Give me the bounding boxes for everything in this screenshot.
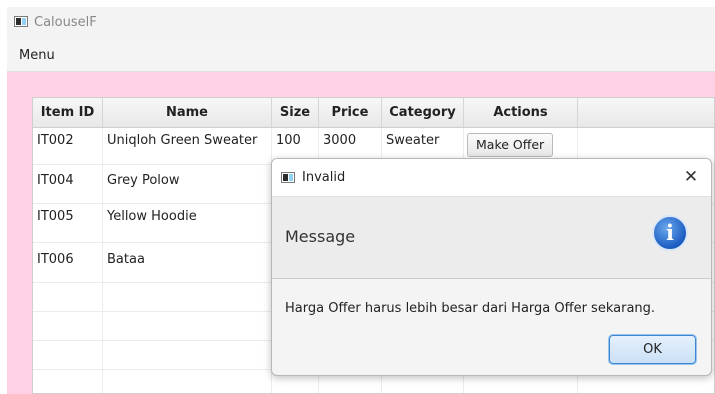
info-icon: i [652, 215, 688, 251]
column-header-size[interactable]: Size [272, 98, 319, 127]
cell-name: Bataa [103, 243, 272, 282]
menu-bar: Menu [7, 40, 715, 72]
dialog-header: Message i [272, 197, 711, 279]
menu-item-menu[interactable]: Menu [19, 48, 55, 63]
dialog-title: Invalid [302, 170, 346, 185]
table-header: Item ID Name Size Price Category Actions [33, 98, 714, 128]
window-title: CalouselF [34, 15, 97, 30]
dialog-app-icon [281, 172, 295, 183]
column-header-item-id[interactable]: Item ID [33, 98, 103, 127]
invalid-dialog: Invalid ✕ Message i Harga Offer harus le… [271, 158, 712, 376]
cell-item-id: IT005 [33, 204, 103, 242]
cell-item-id: IT006 [33, 243, 103, 282]
app-icon [14, 16, 28, 27]
column-header-actions[interactable]: Actions [464, 98, 578, 127]
column-header-name[interactable]: Name [103, 98, 272, 127]
window-titlebar: CalouselF [7, 7, 715, 40]
make-offer-button[interactable]: Make Offer [467, 133, 554, 157]
dialog-message: Harga Offer harus lebih besar dari Harga… [285, 301, 656, 316]
column-header-price[interactable]: Price [319, 98, 382, 127]
dialog-titlebar[interactable]: Invalid ✕ [272, 159, 711, 197]
column-header-category[interactable]: Category [382, 98, 464, 127]
ok-button[interactable]: OK [609, 335, 696, 364]
cell-item-id: IT002 [33, 128, 103, 164]
close-icon[interactable]: ✕ [681, 167, 701, 187]
cell-item-id: IT004 [33, 165, 103, 203]
dialog-header-text: Message [285, 227, 356, 246]
cell-name: Yellow Hoodie [103, 204, 272, 242]
cell-name: Uniqloh Green Sweater [103, 128, 272, 164]
cell-name: Grey Polow [103, 165, 272, 203]
